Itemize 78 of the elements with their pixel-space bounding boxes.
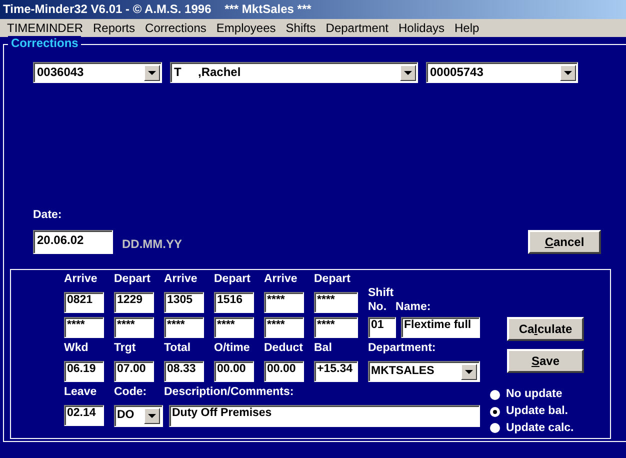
leave-label: Leave — [64, 386, 98, 400]
shift-name-field[interactable]: Flextime full — [401, 317, 480, 338]
cancel-button[interactable]: Cancel — [528, 230, 601, 254]
employee-number-dropdown[interactable]: 0036043 — [33, 62, 162, 83]
column-label: Arrive — [64, 273, 98, 287]
date-field[interactable]: 20.06.02 — [33, 230, 113, 254]
column-label: Trgt — [114, 342, 137, 356]
time-field[interactable]: **** — [64, 317, 104, 338]
code-label: Code: — [114, 386, 148, 400]
time-field[interactable]: **** — [164, 317, 204, 338]
menu-item[interactable]: Corrections — [140, 20, 212, 36]
shift-number-field[interactable]: 01 — [368, 317, 396, 338]
total-field[interactable]: 00.00 — [214, 361, 254, 382]
menu-item[interactable]: TIMEMINDER — [2, 20, 88, 36]
menu-item[interactable]: Help — [450, 20, 484, 36]
name-label: Name: — [396, 301, 431, 315]
column-label: Wkd — [64, 342, 90, 356]
column-label: Depart — [214, 273, 252, 287]
date-label: Date: — [33, 209, 63, 223]
radio-button[interactable] — [490, 423, 500, 434]
department-dropdown[interactable]: MKTSALES — [368, 361, 480, 382]
dropdown-button[interactable] — [144, 408, 160, 424]
number-label: No. — [368, 301, 387, 315]
employee-name-dropdown[interactable]: T ,Rachel — [170, 62, 418, 83]
radio-button[interactable] — [490, 390, 500, 400]
window-title: Time-Minder32 V6.01 - © A.M.S. 1996 *** MktSales *** — [0, 0, 626, 19]
dropdown-button[interactable] — [560, 64, 576, 80]
description-label: Description/Comments: — [164, 386, 295, 400]
column-label: Depart — [114, 273, 152, 287]
caret-icon — [465, 370, 473, 374]
column-label: Arrive — [264, 273, 298, 287]
radio-label[interactable]: Update calc. — [506, 422, 574, 436]
total-field[interactable]: 00.00 — [264, 361, 304, 382]
time-field[interactable]: 0821 — [64, 292, 104, 313]
total-field[interactable]: +15.34 — [314, 361, 358, 382]
leave-field[interactable]: 02.14 — [64, 405, 104, 426]
code-dropdown[interactable]: DO — [114, 405, 163, 427]
time-field[interactable]: **** — [264, 292, 304, 313]
time-field[interactable]: 1305 — [164, 292, 204, 313]
dropdown-button[interactable] — [400, 64, 416, 80]
menu-item[interactable]: Department — [320, 20, 394, 36]
menu-item[interactable]: Shifts — [280, 20, 321, 36]
action-button[interactable]: Calculate — [507, 317, 584, 341]
time-field[interactable]: **** — [314, 317, 358, 338]
card-number-dropdown[interactable]: 00005743 — [426, 62, 578, 83]
time-field[interactable]: **** — [214, 317, 254, 338]
menu-item[interactable]: Reports — [88, 20, 140, 36]
group-title: Corrections — [8, 36, 82, 50]
time-field[interactable]: 1516 — [214, 292, 254, 313]
time-field[interactable]: **** — [114, 317, 154, 338]
column-label: Deduct — [264, 342, 304, 356]
radio-label[interactable]: Update bal. — [506, 404, 568, 419]
action-button[interactable]: Save — [507, 349, 584, 373]
total-field[interactable]: 08.33 — [164, 361, 204, 382]
column-label: Total — [164, 342, 192, 356]
column-label: Arrive — [164, 273, 198, 287]
time-field[interactable]: 1229 — [114, 292, 154, 313]
radio-button[interactable] — [490, 406, 500, 417]
column-label: O/time — [214, 342, 251, 356]
caret-icon — [148, 414, 156, 418]
caret-icon — [404, 70, 412, 74]
department-label: Department: — [368, 342, 437, 356]
time-field[interactable]: **** — [264, 317, 304, 338]
menu-item[interactable]: Holidays — [393, 20, 450, 36]
time-field[interactable]: **** — [314, 292, 358, 313]
total-field[interactable]: 07.00 — [114, 361, 154, 382]
shift-label: Shift — [368, 287, 395, 302]
caret-icon — [564, 70, 572, 74]
column-label: Depart — [314, 273, 352, 287]
caret-icon — [148, 70, 156, 74]
date-format-hint: DD.MM.YY — [122, 236, 182, 251]
dropdown-button[interactable] — [144, 64, 160, 80]
radio-label[interactable]: No update — [506, 388, 562, 402]
menu-item[interactable]: Employees — [211, 20, 281, 36]
total-field[interactable]: 06.19 — [64, 361, 104, 382]
dropdown-button[interactable] — [461, 364, 477, 380]
description-field[interactable]: Duty Off Premises — [169, 405, 480, 427]
column-label: Bal — [314, 342, 333, 356]
